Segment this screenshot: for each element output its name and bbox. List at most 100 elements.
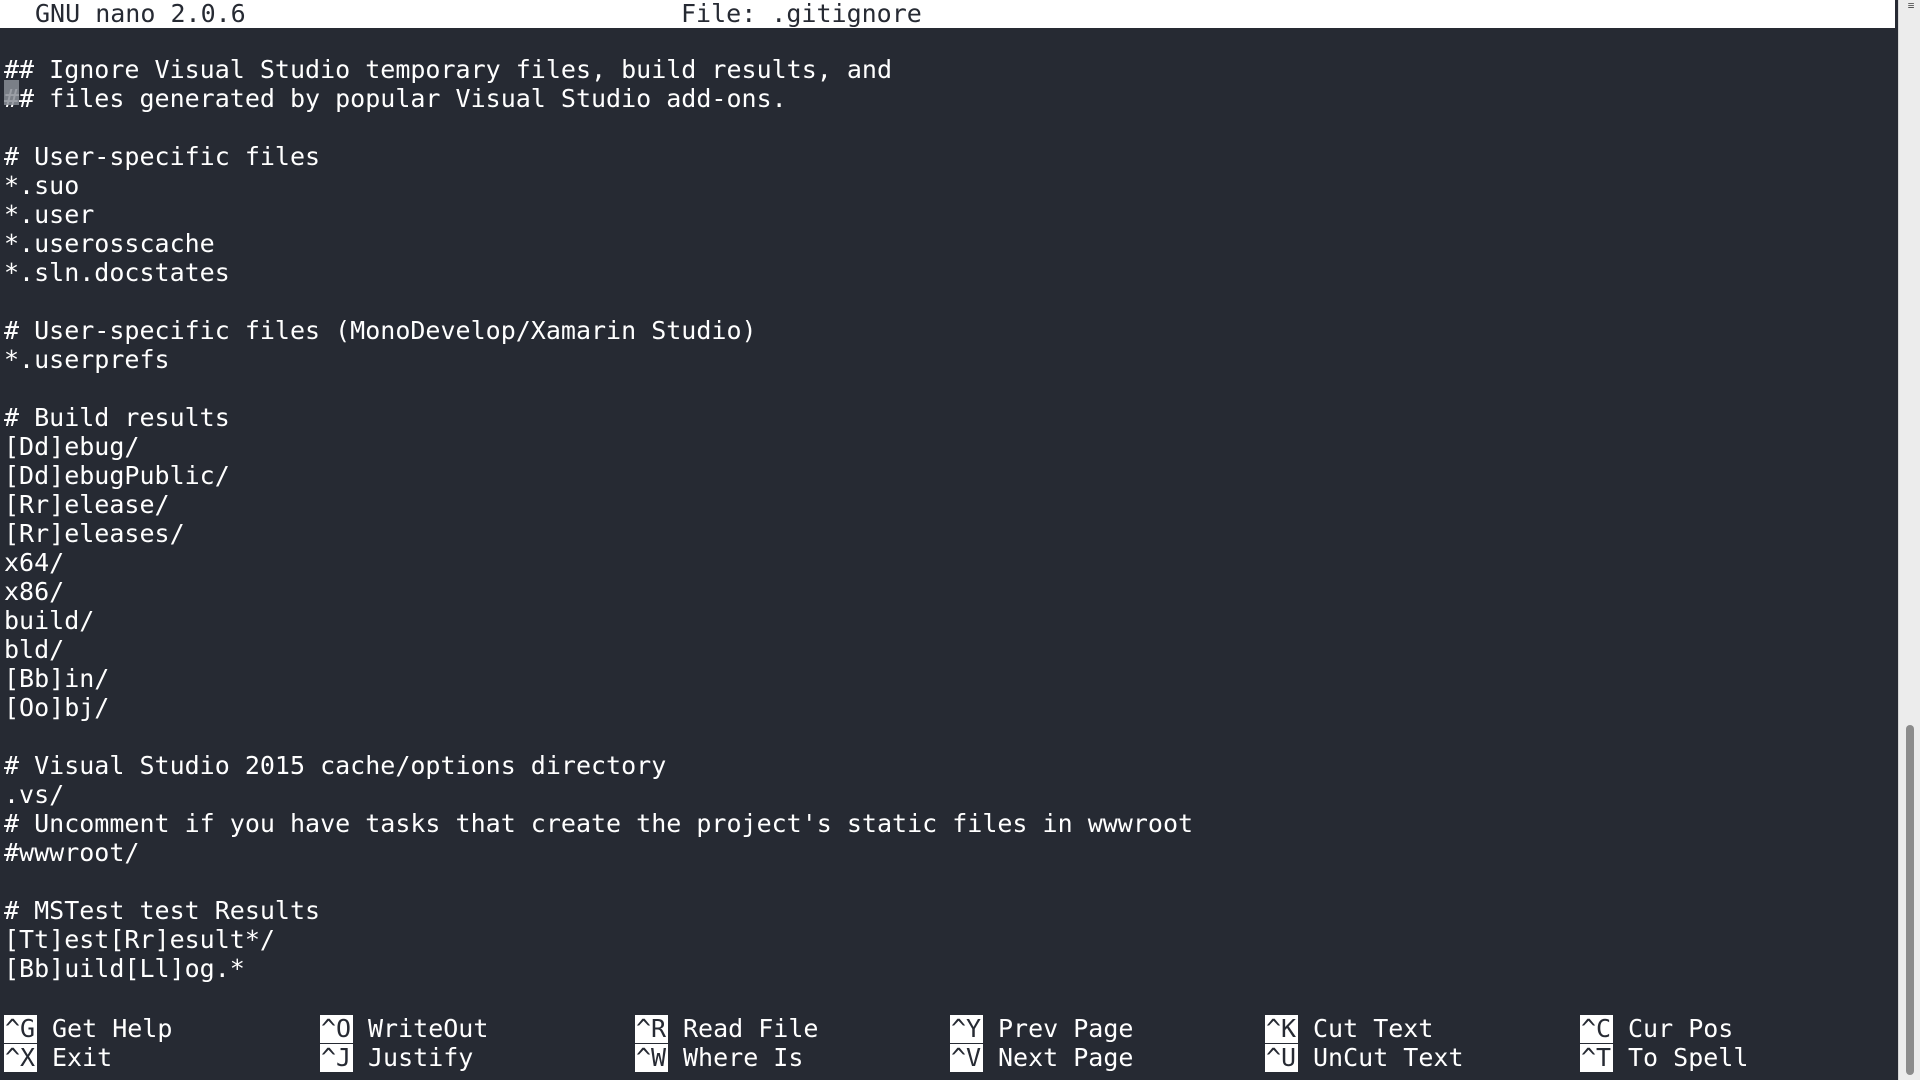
line-text: [Tt]est[Rr]esult*/ (4, 925, 275, 954)
line-text: *.user (4, 200, 95, 229)
text-cursor (4, 80, 19, 105)
editor-line[interactable]: build/ (4, 606, 1884, 635)
shortcut-label: UnCut Text (1313, 1043, 1464, 1072)
line-text: [Rr]eleases/ (4, 519, 185, 548)
editor-line[interactable]: .vs/ (4, 780, 1884, 809)
shortcut-key: ^U (1265, 1042, 1298, 1072)
nano-title-bar: GNU nano 2.0.6 File: .gitignore (0, 0, 1895, 28)
editor-line[interactable]: [Dd]ebugPublic/ (4, 461, 1884, 490)
editor-line[interactable]: [Rr]elease/ (4, 490, 1884, 519)
editor-line[interactable]: x64/ (4, 548, 1884, 577)
editor-line[interactable]: *.suo (4, 171, 1884, 200)
line-text: [Oo]bj/ (4, 693, 110, 722)
shortcut-label: Cur Pos (1628, 1014, 1734, 1043)
editor-line-cursor[interactable]: ## Ignore Visual Studio temporary files,… (4, 55, 1884, 105)
shortcut-key: ^K (1265, 1013, 1298, 1043)
shortcut-cur-pos: ^C Cur Pos (1580, 1014, 1733, 1043)
shortcut-key: ^X (4, 1042, 37, 1072)
line-text: # User-specific files (MonoDevelop/Xamar… (4, 316, 757, 345)
shortcut-justify: ^J Justify (320, 1043, 473, 1072)
line-text: build/ (4, 606, 95, 635)
shortcut-uncut-text: ^U UnCut Text (1265, 1043, 1464, 1072)
editor-line[interactable]: # User-specific files (4, 142, 1884, 171)
editor-line[interactable]: [Tt]est[Rr]esult*/ (4, 925, 1884, 954)
shortcut-exit: ^X Exit (4, 1043, 112, 1072)
editor-line[interactable] (4, 867, 1884, 896)
editor-line[interactable] (4, 722, 1884, 751)
line-text: x86/ (4, 577, 65, 606)
shortcut-cut-text: ^K Cut Text (1265, 1014, 1433, 1043)
line-text: # MSTest test Results (4, 896, 321, 925)
shortcut-key: ^J (320, 1042, 353, 1072)
editor-line[interactable]: [Oo]bj/ (4, 693, 1884, 722)
line-text: *.sln.docstates (4, 258, 230, 287)
editor-line[interactable]: #wwwroot/ (4, 838, 1884, 867)
editor-line[interactable]: [Bb]uild[Ll]og.* (4, 954, 1884, 983)
shortcut-label: Read File (683, 1014, 819, 1043)
vertical-scrollbar[interactable] (1898, 0, 1920, 1080)
line-text: #wwwroot/ (4, 838, 140, 867)
line-text: # Uncomment if you have tasks that creat… (4, 809, 1194, 838)
editor-line[interactable]: # MSTest test Results (4, 896, 1884, 925)
line-text: [Rr]elease/ (4, 490, 170, 519)
editor-line[interactable]: [Dd]ebug/ (4, 432, 1884, 461)
shortcut-bar: ^G Get Help ^X Exit ^O WriteOut ^J Justify ^R Rea… (0, 1014, 1890, 1074)
terminal-window[interactable]: GNU nano 2.0.6 File: .gitignore ## Ignor… (0, 0, 1896, 1080)
line-text: # User-specific files (4, 142, 321, 171)
shortcut-key: ^T (1580, 1042, 1613, 1072)
shortcut-label: Justify (368, 1043, 474, 1072)
editor-line[interactable]: ## files generated by popular Visual Stu… (4, 84, 1884, 113)
shortcut-prev-page: ^Y Prev Page (950, 1014, 1133, 1043)
editor-line[interactable]: x86/ (4, 577, 1884, 606)
editor-line[interactable]: # Uncomment if you have tasks that creat… (4, 809, 1884, 838)
editor-text-area[interactable]: ## Ignore Visual Studio temporary files,… (4, 55, 1884, 983)
line-text: # Build results (4, 403, 230, 432)
shortcut-key: ^O (320, 1013, 353, 1043)
shortcut-read-file: ^R Read File (635, 1014, 818, 1043)
shortcut-to-spell: ^T To Spell (1580, 1043, 1748, 1072)
shortcut-label: Get Help (52, 1014, 173, 1043)
editor-line[interactable] (4, 374, 1884, 403)
line-text: *.userosscache (4, 229, 215, 258)
shortcut-where-is: ^W Where Is (635, 1043, 803, 1072)
editor-line[interactable]: # Build results (4, 403, 1884, 432)
editor-line[interactable] (4, 113, 1884, 142)
shortcut-label: Next Page (998, 1043, 1134, 1072)
shortcut-get-help: ^G Get Help (4, 1014, 172, 1043)
editor-line[interactable]: [Bb]in/ (4, 664, 1884, 693)
line-text: x64/ (4, 548, 65, 577)
line-text: bld/ (4, 635, 65, 664)
editor-line[interactable]: *.user (4, 200, 1884, 229)
file-name: File: .gitignore (681, 0, 922, 28)
line-text: *.userprefs (4, 345, 170, 374)
shortcut-writeout: ^O WriteOut (320, 1014, 488, 1043)
shortcut-key: ^R (635, 1013, 668, 1043)
line-text: ## files generated by popular Visual Stu… (4, 84, 787, 113)
shortcut-label: WriteOut (368, 1014, 489, 1043)
editor-line[interactable]: *.userprefs (4, 345, 1884, 374)
editor-line[interactable]: # User-specific files (MonoDevelop/Xamar… (4, 316, 1884, 345)
shortcut-key: ^W (635, 1042, 668, 1072)
line-text: *.suo (4, 171, 80, 200)
editor-line[interactable]: *.userosscache (4, 229, 1884, 258)
editor-line[interactable]: *.sln.docstates (4, 258, 1884, 287)
line-text: # Visual Studio 2015 cache/options direc… (4, 751, 667, 780)
scrollbar-thumb[interactable] (1906, 725, 1914, 1075)
shortcut-label: Cut Text (1313, 1014, 1434, 1043)
shortcut-next-page: ^V Next Page (950, 1043, 1133, 1072)
shortcut-key: ^C (1580, 1013, 1613, 1043)
shortcut-key: ^Y (950, 1013, 983, 1043)
shortcut-key: ^V (950, 1042, 983, 1072)
editor-line[interactable]: [Rr]eleases/ (4, 519, 1884, 548)
editor-line[interactable] (4, 287, 1884, 316)
line-text: [Dd]ebugPublic/ (4, 461, 230, 490)
shortcut-label: Prev Page (998, 1014, 1134, 1043)
line-text: .vs/ (4, 780, 65, 809)
editor-line[interactable]: bld/ (4, 635, 1884, 664)
shortcut-label: To Spell (1628, 1043, 1749, 1072)
editor-line[interactable]: # Visual Studio 2015 cache/options direc… (4, 751, 1884, 780)
shortcut-key: ^G (4, 1013, 37, 1043)
shortcut-label: Exit (52, 1043, 113, 1072)
line-text: ## Ignore Visual Studio temporary files,… (4, 55, 893, 84)
resize-grip-icon: ≡ (1907, 0, 1915, 12)
